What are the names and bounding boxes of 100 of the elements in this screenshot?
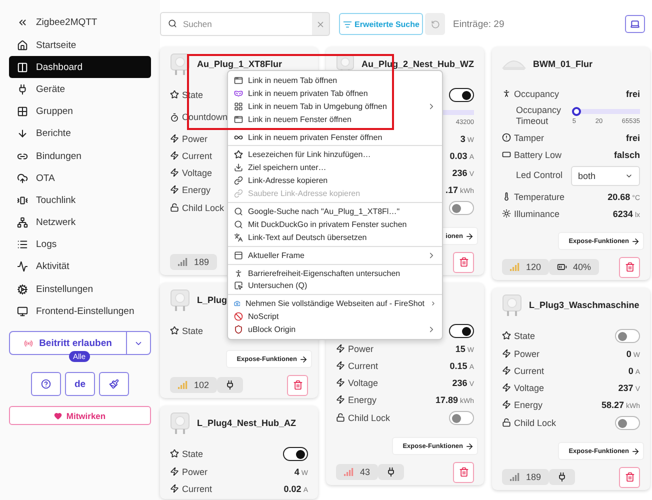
device-name: BWM_01_Flur — [533, 59, 593, 69]
menu-item[interactable]: Ziel speichern unter… — [228, 161, 442, 174]
menu-item[interactable]: Link in neuem Fenster öffnen — [228, 112, 442, 126]
alert-icon — [502, 133, 511, 142]
sidebar-item[interactable]: Bindungen — [9, 144, 151, 168]
select-field[interactable]: both — [571, 166, 640, 186]
unlocked-lock-icon — [502, 418, 511, 427]
bolt-icon — [502, 400, 511, 409]
gear-icon — [17, 284, 28, 295]
menu-item[interactable]: Link in neuem Tab öffnen — [228, 74, 442, 87]
menu-item[interactable]: Link in neuem privaten Fenster öffnen — [228, 130, 442, 144]
field-label: Current — [170, 150, 212, 160]
help-icon — [41, 379, 51, 390]
sidebar-item[interactable]: Berichte — [9, 122, 151, 145]
menu-item[interactable]: Barrierefreiheit-Eigenschaften untersuchen — [228, 266, 442, 280]
field-value: frei — [626, 88, 640, 98]
infinity-icon — [234, 132, 243, 142]
field-label: Occupancy Timeout — [515, 104, 562, 126]
heart-icon — [54, 412, 62, 420]
toggle-switch[interactable] — [283, 446, 308, 460]
translate-icon — [234, 232, 243, 242]
toggle-switch[interactable] — [615, 416, 640, 430]
delete-button[interactable] — [453, 252, 474, 272]
toggle-switch[interactable] — [449, 200, 474, 214]
menu-item[interactable]: uBlock Origin — [228, 323, 442, 336]
language-button[interactable]: de — [65, 372, 95, 396]
field-label: Power — [502, 348, 540, 358]
device-name: L_Plug3_Waschmaschine — [529, 300, 640, 310]
sidebar-item[interactable]: OTA — [9, 167, 151, 190]
sidebar-item[interactable]: Logs — [9, 234, 151, 256]
menu-item[interactable]: Link-Adresse kopieren — [228, 174, 442, 188]
delete-button[interactable] — [619, 256, 640, 278]
toggle-switch[interactable] — [449, 88, 474, 102]
sidebar-item[interactable]: Geräte — [9, 78, 151, 101]
sidebar-item[interactable]: Touchlink — [9, 189, 151, 212]
laptop-button[interactable] — [625, 15, 645, 33]
delete-button[interactable] — [619, 466, 640, 488]
collapse-icon — [17, 16, 28, 28]
link-icon — [234, 189, 243, 198]
antenna-icon — [24, 338, 34, 348]
bolt-icon — [336, 395, 345, 404]
sidebar-item[interactable]: Startseite — [9, 34, 151, 56]
slider-thumb[interactable] — [572, 106, 582, 116]
menu-item[interactable]: Nehmen Sie vollständige Webseiten auf - FireShot — [228, 297, 442, 310]
prohibition-icon — [234, 312, 243, 322]
dropdown-button[interactable] — [127, 331, 151, 356]
theme-button[interactable] — [99, 372, 129, 396]
field-label: Energy — [336, 394, 377, 404]
signal-chip: 189 — [502, 469, 550, 485]
trash-icon — [624, 472, 634, 482]
arrow-icon — [299, 354, 308, 364]
field-label: Voltage — [336, 378, 378, 388]
field-label: State — [502, 330, 536, 340]
menu-item[interactable]: Link in neuem privaten Tab öffnen — [228, 86, 442, 100]
sidebar-item[interactable]: Aktivität — [9, 256, 151, 278]
menu-item[interactable]: Google-Suche nach "Au_Plug_1_XT8Fl…" — [228, 205, 442, 218]
toggle-switch[interactable] — [615, 328, 640, 342]
field-label: Occupancy — [502, 88, 560, 98]
menu-item[interactable]: Link in neuem Tab in Umgebung öffnen — [228, 100, 442, 113]
bolt-icon — [336, 361, 345, 370]
arrow-icon — [631, 446, 640, 456]
help-button[interactable] — [31, 372, 61, 396]
frame-icon — [234, 250, 243, 260]
network-icon — [17, 217, 28, 228]
delete-button[interactable] — [287, 374, 308, 396]
arrow-icon — [465, 232, 474, 240]
laptop-icon — [630, 19, 640, 29]
toggle-switch[interactable] — [449, 410, 474, 424]
sidebar-item[interactable]: Netzwerk — [9, 212, 151, 234]
menu-item[interactable]: Link-Text auf Deutsch übersetzen — [228, 230, 442, 244]
mask-icon — [234, 88, 243, 98]
sidebar-item[interactable]: Frontend-Einstellungen — [9, 300, 151, 322]
delete-button[interactable] — [453, 462, 474, 482]
menu-item[interactable]: Untersuchen (Q) — [228, 279, 442, 292]
field-label: Illuminance — [502, 208, 560, 218]
toggle-switch[interactable] — [449, 324, 474, 338]
slider-track[interactable] — [572, 106, 640, 116]
menu-item[interactable]: Lesezeichen für Link hinzufügen… — [228, 148, 442, 162]
sidebar-item[interactable]: Gruppen — [9, 100, 151, 123]
bolt-icon — [170, 467, 179, 476]
star-icon — [234, 150, 243, 160]
plug-icon — [386, 467, 396, 477]
contribute-button[interactable]: Mitwirken — [9, 406, 151, 426]
battery-icon — [557, 262, 568, 272]
field-label: Child Lock — [502, 418, 556, 428]
app-title: Zigbee2MQTT — [36, 16, 98, 28]
signal-chip: 43 — [336, 464, 378, 480]
grid-icon — [234, 102, 243, 111]
field-label: Power — [336, 344, 374, 354]
monitor-icon — [17, 306, 28, 317]
sidebar-item[interactable]: Einstellungen — [9, 278, 151, 300]
sidebar-item[interactable]: Dashboard — [9, 56, 151, 78]
field-label: Temperature — [502, 192, 565, 202]
menu-item[interactable]: NoScript — [228, 310, 442, 324]
link-icon — [17, 150, 28, 162]
menu-item[interactable]: Mit DuckDuckGo in privatem Fenster suchen — [228, 218, 442, 231]
bolt-icon — [170, 168, 179, 177]
list-icon — [17, 239, 28, 250]
signal-icon — [344, 468, 354, 476]
menu-item[interactable]: Aktueller Frame — [228, 248, 442, 262]
